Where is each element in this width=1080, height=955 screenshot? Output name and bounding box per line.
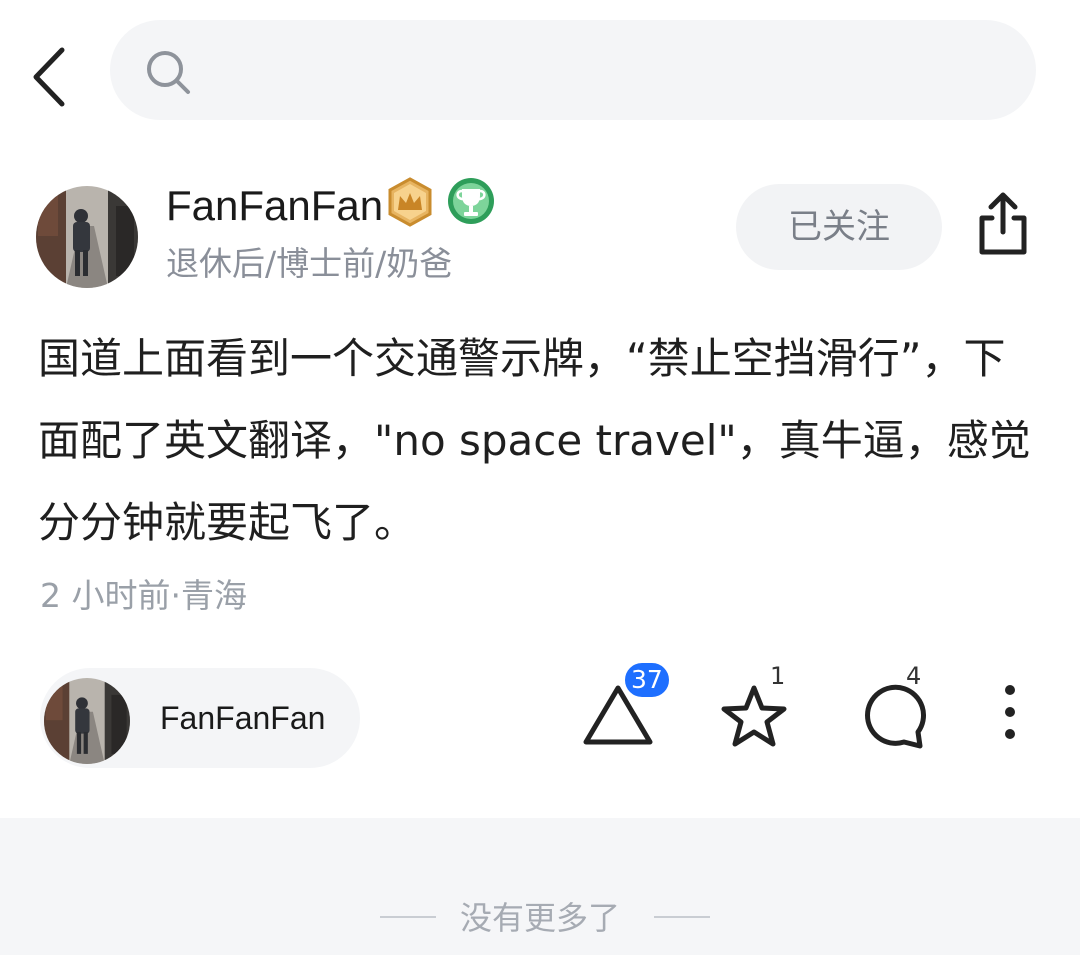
back-button[interactable] <box>22 40 82 114</box>
footer-divider-right <box>654 916 710 918</box>
search-icon <box>147 51 190 94</box>
search-bar[interactable] <box>110 20 1036 120</box>
trophy-badge-icon[interactable] <box>446 176 496 226</box>
avatar-photo <box>44 678 130 764</box>
search-input[interactable] <box>210 20 990 120</box>
star-icon <box>721 685 787 747</box>
upvote-button[interactable]: 37 <box>578 660 672 750</box>
no-more-text: 没有更多了 <box>459 899 620 937</box>
favorite-count: 1 <box>770 662 786 690</box>
chip-author-name: FanFanFan <box>160 700 326 736</box>
follow-button[interactable]: 已关注 <box>736 184 942 270</box>
avatar-photo <box>36 186 138 288</box>
more-dots-icon <box>1005 685 1015 739</box>
post-content: 国道上面看到一个交通警示牌，“禁止空挡滑行”，下面配了英文翻译，"no spac… <box>38 334 1031 547</box>
post-meta: 2 小时前·青海 <box>40 576 247 615</box>
back-arrow-icon <box>33 47 65 107</box>
more-button[interactable] <box>990 680 1030 752</box>
comment-button[interactable]: 4 <box>852 662 932 752</box>
favorite-button[interactable]: 1 <box>716 662 796 752</box>
author-tagline: 退休后/博士前/奶爸 <box>166 244 453 283</box>
end-of-list-footer: 没有更多了 <box>0 818 1080 955</box>
author-avatar[interactable] <box>36 186 138 288</box>
crown-badge-icon[interactable] <box>384 176 436 228</box>
comment-count: 4 <box>906 662 922 690</box>
chip-avatar <box>44 678 130 764</box>
upvote-count-badge: 37 <box>622 660 672 700</box>
share-button[interactable] <box>972 190 1034 258</box>
post-detail-page: FanFanFan 退休后/博士前/奶爸 已关注 国道上面看到一个交通警示牌，“… <box>0 0 1080 955</box>
author-name[interactable]: FanFanFan <box>166 180 383 232</box>
author-chip[interactable]: FanFanFan <box>40 668 360 768</box>
share-icon <box>979 192 1027 255</box>
comment-bubble-icon <box>865 684 927 749</box>
